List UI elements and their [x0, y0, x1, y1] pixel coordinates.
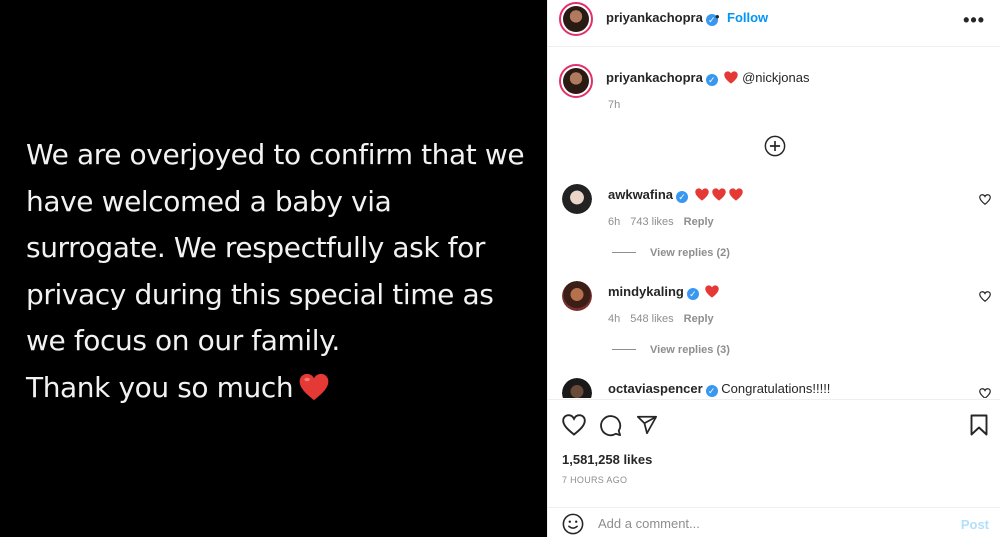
comment-likes[interactable]: 548 likes: [630, 313, 673, 325]
comment-time: 4h: [608, 313, 621, 325]
separator-dot: •: [715, 9, 720, 24]
announcement-line: We are overjoyed to confirm that we: [26, 138, 525, 171]
comment-avatar[interactable]: [562, 281, 592, 311]
like-comment-heart-icon[interactable]: [979, 291, 991, 302]
divider-line: [612, 252, 636, 253]
announcement-line: have welcomed a baby via: [26, 184, 392, 218]
red-heart-icon: [299, 373, 329, 400]
comment-username[interactable]: octaviaspencer: [608, 381, 703, 396]
comment-likes[interactable]: 743 likes: [630, 216, 673, 228]
reply-button[interactable]: Reply: [684, 313, 714, 325]
author-username[interactable]: priyankachopra: [606, 10, 703, 25]
more-options-icon[interactable]: •••: [963, 10, 985, 31]
emoji-smiley-icon[interactable]: [562, 513, 584, 535]
red-heart-icon: [724, 71, 739, 84]
comment-text: awkwafina ✓: [608, 187, 743, 203]
verified-badge-icon: ✓: [705, 385, 718, 397]
red-heart-icon: [694, 188, 709, 201]
share-paper-plane-icon[interactable]: [636, 414, 658, 436]
caption-avatar[interactable]: [559, 64, 593, 98]
caption-username[interactable]: priyankachopra: [606, 70, 703, 85]
announcement-line: privacy during this special time as: [26, 277, 494, 311]
red-heart-icon: [705, 285, 720, 298]
post-side-panel: priyankachopra ✓ • Follow ••• priyankacho…: [547, 0, 1000, 537]
save-bookmark-icon[interactable]: [970, 414, 988, 436]
post-comment-button[interactable]: Post: [961, 517, 989, 532]
verified-badge-icon: ✓: [705, 74, 718, 86]
red-heart-icon: [711, 188, 726, 201]
view-replies-button[interactable]: View replies (2): [612, 247, 730, 259]
follow-button[interactable]: Follow: [727, 10, 768, 25]
comment-text: mindykaling ✓: [608, 284, 720, 300]
comment-body: Congratulations!!!!!: [721, 381, 831, 396]
comment-text: octaviaspencer ✓ Congratulations!!!!!: [608, 381, 830, 397]
caption-mention[interactable]: @nickjonas: [742, 70, 809, 85]
announcement-line: surrogate. We respectfully ask for: [26, 231, 485, 264]
author-avatar[interactable]: [559, 2, 593, 36]
comment-input[interactable]: [598, 516, 938, 531]
verified-badge-icon: ✓: [676, 191, 689, 203]
view-replies-label: View replies (3): [650, 344, 730, 356]
like-comment-heart-icon[interactable]: [979, 194, 991, 205]
red-heart-icon: [728, 188, 743, 201]
comments-scroll-area[interactable]: priyankachopra ✓ @nickjonas 7h awkwafina ✓…: [548, 48, 1000, 398]
post-timestamp: 7 HOURS AGO: [562, 475, 628, 485]
load-more-comments-icon[interactable]: [764, 135, 786, 157]
comment-meta: 6h 743 likes Reply: [608, 216, 724, 228]
like-heart-icon[interactable]: [562, 414, 586, 436]
comment-avatar[interactable]: [562, 378, 592, 398]
add-comment-bar: Post: [548, 507, 1000, 537]
like-comment-heart-icon[interactable]: [979, 388, 991, 398]
author-username-row: priyankachopra ✓: [606, 10, 718, 26]
announcement-line: we focus on our family.: [26, 324, 340, 357]
announcement-text: We are overjoyed to confirm that we have…: [26, 132, 536, 411]
post-header: priyankachopra ✓ • Follow •••: [548, 0, 1000, 47]
verified-badge-icon: ✓: [686, 288, 699, 300]
comment-username[interactable]: mindykaling: [608, 284, 684, 299]
view-replies-label: View replies (2): [650, 247, 730, 259]
likes-count[interactable]: 1,581,258 likes: [562, 452, 652, 467]
announcement-line: Thank you so much: [26, 370, 294, 404]
view-replies-button[interactable]: View replies (3): [612, 344, 730, 356]
comment-avatar[interactable]: [562, 184, 592, 214]
caption-text: priyankachopra ✓ @nickjonas: [606, 70, 809, 86]
reply-button[interactable]: Reply: [684, 216, 714, 228]
comment-username[interactable]: awkwafina: [608, 187, 673, 202]
post-actions: 1,581,258 likes 7 HOURS AGO Post: [548, 399, 1000, 537]
announcement-last-line: Thank you so much: [26, 365, 536, 412]
caption-time: 7h: [608, 99, 621, 111]
divider-line: [612, 349, 636, 350]
post-image[interactable]: We are overjoyed to confirm that we have…: [0, 0, 547, 537]
comment-bubble-icon[interactable]: [599, 414, 622, 437]
comment-meta: 4h 548 likes Reply: [608, 313, 724, 325]
comment-time: 6h: [608, 216, 621, 228]
